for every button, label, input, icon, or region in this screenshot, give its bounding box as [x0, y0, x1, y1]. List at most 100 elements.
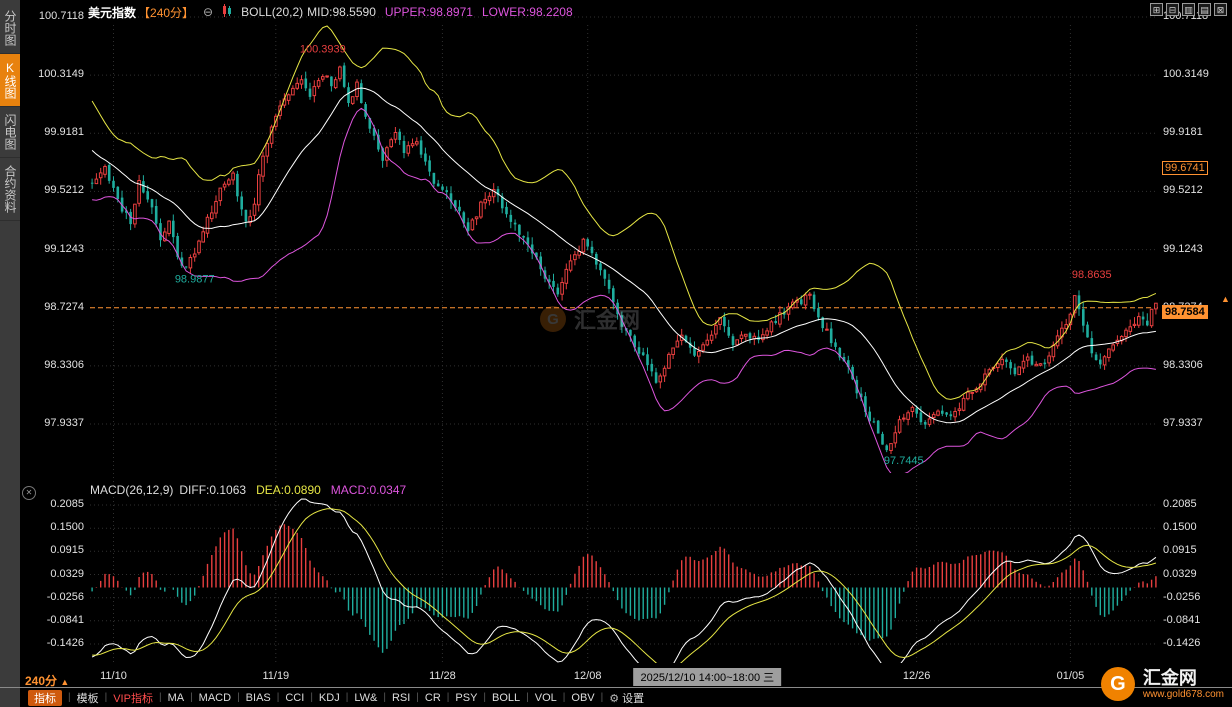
macd-axis-label: 0.0915 [32, 544, 84, 556]
chevron-up-icon: ▲ [60, 677, 69, 687]
candle-icon [222, 4, 232, 20]
price-axis-label: 99.1243 [32, 243, 84, 255]
toolbar-item-cci[interactable]: CCI [285, 692, 304, 704]
price-axis-label: 99.9181 [32, 126, 84, 138]
macd-diff-value: DIFF:0.1063 [179, 483, 246, 497]
toolbar-separator: | [159, 692, 162, 703]
last-price-arrow-icon: ▲ [1221, 294, 1230, 304]
toolbar-item-obv[interactable]: OBV [571, 692, 594, 704]
layout-icon-3[interactable]: ▤ [1198, 3, 1211, 16]
symbol-title: 美元指数 [88, 4, 136, 21]
macd-axis-label: 0.0329 [1163, 568, 1223, 580]
toolbar-separator: | [105, 692, 108, 703]
toolbar-item-boll[interactable]: BOLL [492, 692, 520, 704]
date-label: 11/28 [412, 670, 472, 682]
toolbar-separator: | [601, 692, 604, 703]
toolbar-item-kdj[interactable]: KDJ [319, 692, 340, 704]
boll-upper-value: UPPER:98.8971 [385, 5, 473, 19]
layout-icon-4[interactable]: ⊠ [1214, 3, 1227, 16]
watermark: G 汇金网 [540, 303, 640, 335]
watermark-logo-icon: G [540, 306, 566, 332]
window-controls: ⊞⊟▥▤⊠ [1150, 3, 1227, 16]
price-axis-label: 100.3149 [32, 68, 84, 80]
logo-icon: G [1101, 667, 1135, 701]
macd-histogram [92, 524, 1156, 653]
toolbar-item-ma[interactable]: MA [168, 692, 185, 704]
toolbar-separator: | [416, 692, 419, 703]
price-axis-label: 98.7274 [32, 301, 84, 313]
price-axis-label: 99.5212 [32, 184, 84, 196]
layout-icon-2[interactable]: ▥ [1182, 3, 1195, 16]
toolbar-item-template[interactable]: 模板 [77, 690, 99, 706]
toolbar-separator: | [447, 692, 450, 703]
macd-axis-label: -0.0256 [32, 591, 84, 603]
toolbar-item-label: 设置 [622, 693, 644, 705]
macd-axis-label: 0.0915 [1163, 544, 1223, 556]
price-axis-label: 100.7118 [32, 10, 84, 22]
sidebar-tab-flash-chart[interactable]: 闪电图 [0, 107, 20, 158]
boll-lower-line [92, 108, 1156, 475]
date-label: 12/08 [558, 670, 618, 682]
toolbar-item-vip-indicator[interactable]: VIP指标 [113, 690, 153, 706]
site-logo: G 汇金网 www.gold678.com [1101, 667, 1224, 701]
chart-canvas[interactable]: 100.393998.987797.744598.8635 [0, 0, 1232, 707]
toolbar-item-indicator[interactable]: 指标 [28, 690, 62, 706]
toolbar-item-lwr[interactable]: LW& [354, 692, 377, 704]
logo-url: www.gold678.com [1143, 689, 1224, 701]
gear-icon: ⚙ [609, 693, 619, 705]
boll-lower-value: LOWER:98.2208 [482, 5, 573, 19]
logo-name: 汇金网 [1143, 668, 1224, 689]
last-price-badge: 98.7584 [1162, 305, 1208, 319]
period-label: 【240分】 [138, 4, 194, 21]
price-annotation: 100.3939 [300, 43, 346, 55]
boll-params: BOLL(20,2) [241, 5, 303, 19]
toolbar-separator: | [383, 692, 386, 703]
toolbar-separator: | [526, 692, 529, 703]
sidebar-tab-contract-info[interactable]: 合约资料 [0, 158, 20, 221]
macd-axis-label: -0.1426 [1163, 637, 1223, 649]
toolbar-item-macd[interactable]: MACD [199, 692, 231, 704]
toolbar-separator: | [346, 692, 349, 703]
price-annotation: 97.7445 [884, 455, 924, 467]
macd-params: MACD(26,12,9) [90, 483, 173, 497]
app-root: 100.393998.987797.744598.8635 G 汇金网 分时图K… [0, 0, 1232, 707]
toolbar-item-settings[interactable]: ⚙设置 [609, 690, 644, 706]
toolbar-separator: | [483, 692, 486, 703]
watermark-text: 汇金网 [574, 303, 640, 335]
price-axis-label: 100.3149 [1163, 68, 1223, 80]
boll-mid-value: MID:98.5590 [307, 5, 376, 19]
bottom-toolbar: 指标 | 模板 | VIP指标 | MA | MACD | BIAS | CCI | KDJ | LW& | RSI… [20, 688, 1232, 707]
toolbar-item-rsi[interactable]: RSI [392, 692, 410, 704]
macd-axis-label: -0.1426 [32, 637, 84, 649]
macd-axis-label: -0.0256 [1163, 591, 1223, 603]
toolbar-separator: | [277, 692, 280, 703]
toolbar-item-bias[interactable]: BIAS [246, 692, 271, 704]
date-label: 01/05 [1040, 670, 1100, 682]
price-axis-label: 99.1243 [1163, 243, 1223, 255]
price-annotation: 98.9877 [175, 273, 215, 285]
price-axis-label: 98.3306 [1163, 359, 1223, 371]
sidebar-tab-time-chart[interactable]: 分时图 [0, 3, 20, 54]
zoom-out-icon[interactable]: ⊖ [203, 5, 213, 19]
price-axis-label: 98.3306 [32, 359, 84, 371]
toolbar-separator: | [68, 692, 71, 703]
boll-mid-line [92, 88, 1156, 423]
macd-axis-label: 0.1500 [1163, 521, 1223, 533]
toolbar-item-psy[interactable]: PSY [455, 692, 477, 704]
price-axis-label: 97.9337 [1163, 417, 1223, 429]
layout-icon-0[interactable]: ⊞ [1150, 3, 1163, 16]
sidebar-tab-kline-chart[interactable]: K线图 [0, 54, 20, 107]
toolbar-separator: | [237, 692, 240, 703]
date-label: 12/26 [887, 670, 947, 682]
macd-axis-label: 0.1500 [32, 521, 84, 533]
macd-axis-label: 0.2085 [32, 498, 84, 510]
macd-dea-line [92, 509, 1156, 669]
macd-panel-icon[interactable]: ✕ [22, 486, 36, 500]
layout-icon-1[interactable]: ⊟ [1166, 3, 1179, 16]
price-axis-label: 99.5212 [1163, 184, 1223, 196]
toolbar-item-vol[interactable]: VOL [535, 692, 557, 704]
toolbar-separator: | [190, 692, 193, 703]
macd-dea-value: DEA:0.0890 [256, 483, 321, 497]
price-axis-label: 99.9181 [1163, 126, 1223, 138]
toolbar-item-cr[interactable]: CR [425, 692, 441, 704]
